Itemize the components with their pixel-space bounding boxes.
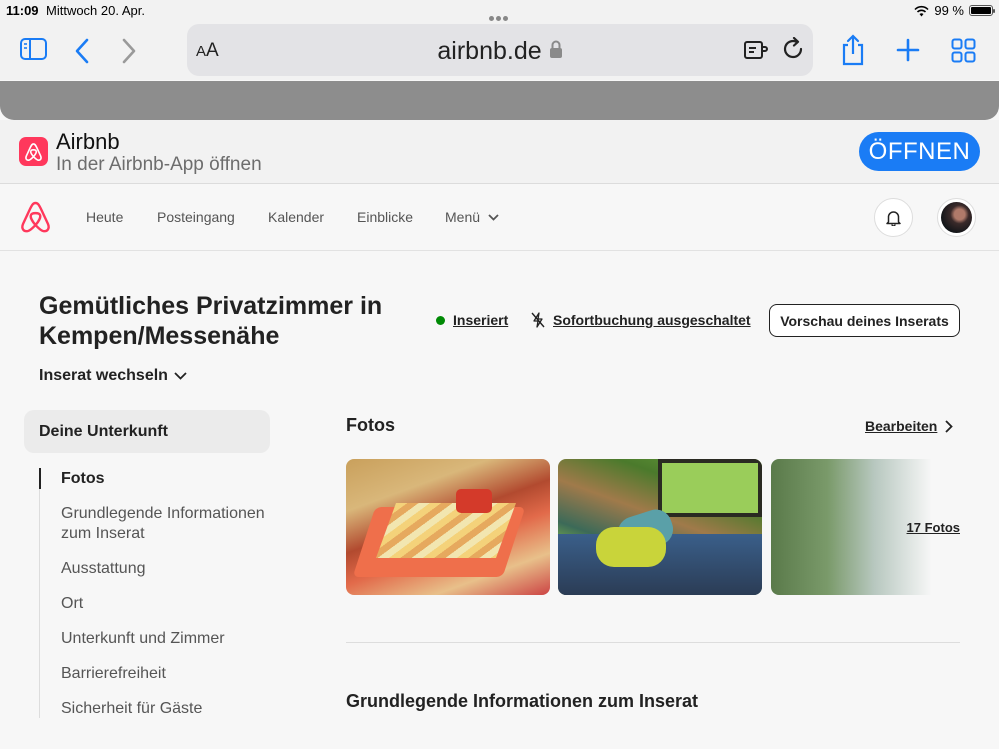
status-dot-icon xyxy=(436,315,445,325)
sidebar-heading[interactable]: Deine Unterkunft xyxy=(24,410,270,453)
multitasking-dots-icon[interactable] xyxy=(489,9,511,21)
instant-booking-status[interactable]: Sofortbuchung ausgeschaltet xyxy=(531,312,751,328)
sidebar-item-grundlegende-informationen[interactable]: Grundlegende Informationen zum Inserat xyxy=(61,504,271,544)
app-banner: Airbnb In der Airbnb-App öffnen ÖFFNEN xyxy=(0,120,999,184)
nav-item-menu[interactable]: Menü xyxy=(445,209,499,225)
sidebar-active-indicator xyxy=(39,468,41,489)
photos-section-title: Fotos xyxy=(346,415,395,435)
airbnb-logo-icon[interactable] xyxy=(19,200,52,234)
status-bar: 11:09 Mittwoch 20. Apr. 99 % xyxy=(0,0,999,22)
wifi-icon xyxy=(914,5,929,16)
preview-listing-button[interactable]: Vorschau deines Inserats xyxy=(769,304,960,337)
forward-icon[interactable] xyxy=(121,38,137,64)
nav-item-posteingang[interactable]: Posteingang xyxy=(157,209,235,225)
browser-toolbar: AA airbnb.de xyxy=(0,22,999,80)
battery-percent: 99 % xyxy=(934,3,964,18)
profile-avatar[interactable] xyxy=(937,198,976,237)
banner-subtitle: In der Airbnb-App öffnen xyxy=(56,154,262,175)
address-bar[interactable]: AA airbnb.de xyxy=(187,24,813,76)
switch-listing-label: Inserat wechseln xyxy=(39,367,168,384)
extension-icon[interactable] xyxy=(743,39,769,66)
section-divider xyxy=(346,642,960,643)
status-time: 11:09 xyxy=(6,3,39,18)
listing-status[interactable]: Inseriert xyxy=(436,312,508,328)
listing-status-label: Inseriert xyxy=(453,312,509,328)
photo-count-link[interactable]: 17 Fotos xyxy=(907,520,960,535)
bell-icon xyxy=(886,210,901,226)
lock-icon xyxy=(549,40,562,58)
address-domain[interactable]: airbnb.de xyxy=(187,37,813,66)
sidebar-toggle-icon[interactable] xyxy=(20,38,47,60)
chevron-down-icon xyxy=(174,372,187,380)
new-tab-icon[interactable] xyxy=(896,38,920,62)
status-indicators: 99 % xyxy=(914,3,995,18)
host-navbar: Heute Posteingang Kalender Einblicke Men… xyxy=(0,184,999,251)
loading-overlay-strip xyxy=(0,81,999,120)
edit-photos-link[interactable]: Bearbeiten xyxy=(865,418,954,434)
sidebar-item-fotos[interactable]: Fotos xyxy=(61,469,271,489)
back-icon[interactable] xyxy=(74,38,90,64)
nav-menu-label: Menü xyxy=(445,209,481,225)
tab-overview-icon[interactable] xyxy=(951,38,976,63)
lightning-off-icon xyxy=(531,312,545,328)
battery-icon xyxy=(969,5,995,16)
notifications-button[interactable] xyxy=(874,198,913,237)
chevron-right-icon xyxy=(945,419,954,433)
sidebar-item-ort[interactable]: Ort xyxy=(61,594,271,614)
airbnb-app-icon xyxy=(19,137,48,166)
listing-photo-3[interactable]: 17 Fotos xyxy=(771,459,960,595)
instant-booking-label: Sofortbuchung ausgeschaltet xyxy=(553,312,751,328)
nav-item-kalender[interactable]: Kalender xyxy=(268,209,324,225)
switch-listing-dropdown[interactable]: Inserat wechseln xyxy=(39,367,187,385)
sidebar-item-unterkunft-und-zimmer[interactable]: Unterkunft und Zimmer xyxy=(61,629,271,649)
domain-text: airbnb.de xyxy=(437,37,542,65)
listing-title: Gemütliches Privatzimmer in Kempen/Messe… xyxy=(39,292,383,350)
sidebar-item-sicherheit[interactable]: Sicherheit für Gäste xyxy=(61,699,271,719)
nav-item-heute[interactable]: Heute xyxy=(86,209,123,225)
open-app-button[interactable]: ÖFFNEN xyxy=(859,132,980,171)
edit-photos-label: Bearbeiten xyxy=(865,418,938,434)
share-icon[interactable] xyxy=(840,34,866,66)
sidebar-track xyxy=(39,468,41,718)
listing-photo-1[interactable] xyxy=(346,459,550,595)
banner-title: Airbnb xyxy=(56,129,120,154)
avatar xyxy=(941,202,972,233)
status-date: Mittwoch 20. Apr. xyxy=(46,3,145,18)
reload-icon[interactable] xyxy=(781,36,805,66)
sidebar-item-ausstattung[interactable]: Ausstattung xyxy=(61,559,271,579)
sidebar-item-barrierefreiheit[interactable]: Barrierefreiheit xyxy=(61,664,271,684)
listing-photo-2[interactable] xyxy=(558,459,762,595)
chevron-down-icon xyxy=(488,213,499,221)
nav-item-einblicke[interactable]: Einblicke xyxy=(357,209,413,225)
basic-info-section-title: Grundlegende Informationen zum Inserat xyxy=(346,691,699,711)
